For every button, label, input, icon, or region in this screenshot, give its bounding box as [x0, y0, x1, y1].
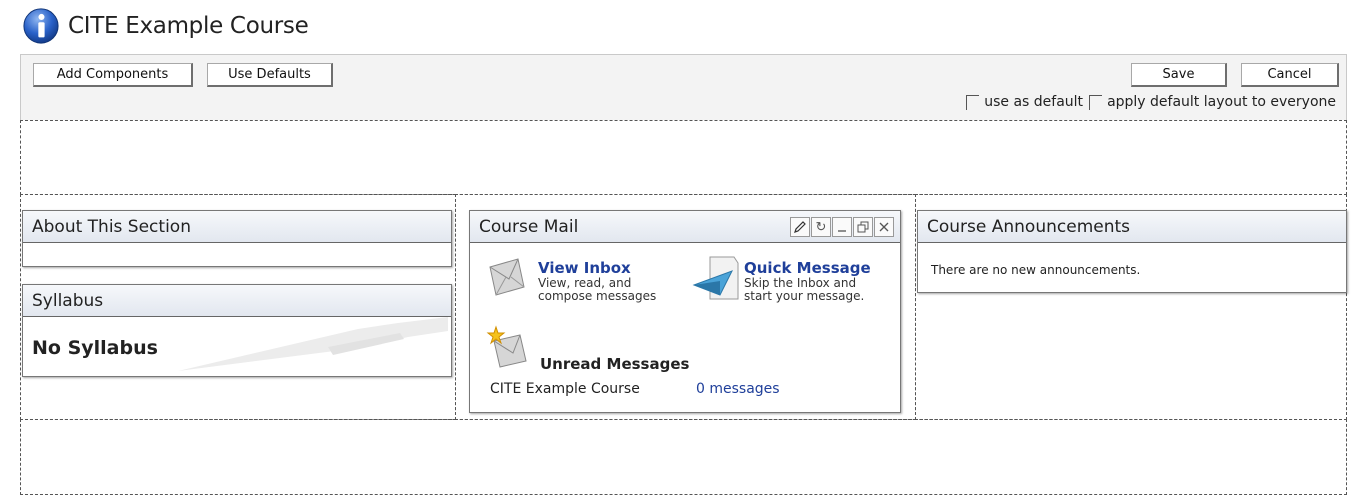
unread-count-link[interactable]: 0 messages	[696, 381, 780, 397]
view-inbox-link[interactable]: View Inbox	[538, 259, 656, 277]
quick-message-desc-line2: start your message.	[744, 289, 865, 303]
course-announcements-title: Course Announcements	[918, 211, 1346, 243]
info-icon	[23, 8, 59, 44]
add-components-button[interactable]: Add Components	[33, 63, 193, 87]
course-mail-portlet[interactable]: Course Mail ↻ View Inbox View, read, and…	[469, 210, 901, 413]
top-drop-zone[interactable]	[20, 120, 1347, 195]
quick-message-icon	[692, 256, 739, 300]
use-defaults-button[interactable]: Use Defaults	[207, 63, 333, 87]
page-header: CITE Example Course	[22, 6, 309, 46]
about-section-title: About This Section	[23, 211, 451, 243]
use-as-default-label: use as default	[984, 94, 1084, 110]
announcements-body: There are no new announcements.	[931, 263, 1141, 277]
course-announcements-portlet[interactable]: Course Announcements There are no new an…	[917, 210, 1347, 293]
layout-options: use as default apply default layout to e…	[966, 94, 1336, 110]
save-button[interactable]: Save	[1131, 63, 1227, 87]
restore-icon[interactable]	[853, 217, 873, 237]
refresh-icon[interactable]: ↻	[811, 217, 831, 237]
view-inbox-desc-line2: compose messages	[538, 289, 657, 303]
about-section-portlet[interactable]: About This Section	[22, 210, 452, 267]
apply-default-label: apply default layout to everyone	[1107, 94, 1336, 110]
close-icon[interactable]	[874, 217, 894, 237]
syllabus-title: Syllabus	[23, 285, 451, 317]
minimize-icon[interactable]	[832, 217, 852, 237]
apply-default-checkbox[interactable]	[1089, 94, 1103, 110]
cancel-button[interactable]: Cancel	[1241, 63, 1339, 87]
envelope-icon	[489, 258, 525, 296]
portlet-controls: ↻	[789, 217, 894, 237]
bottom-drop-zone[interactable]	[20, 419, 1347, 495]
layout-toolbar: Add Components Use Defaults Save Cancel …	[20, 54, 1347, 120]
edit-icon[interactable]	[790, 217, 810, 237]
view-inbox-block[interactable]: View Inbox View, read, and compose messa…	[538, 259, 656, 303]
syllabus-body: No Syllabus	[32, 337, 158, 359]
new-mail-icon	[486, 325, 527, 368]
quick-message-block[interactable]: Quick Message Skip the Inbox and start y…	[744, 259, 871, 303]
quick-message-link[interactable]: Quick Message	[744, 259, 871, 277]
use-as-default-checkbox[interactable]	[966, 94, 980, 110]
unread-messages-heading: Unread Messages	[540, 355, 690, 373]
syllabus-portlet[interactable]: Syllabus No Syllabus	[22, 284, 452, 377]
unread-course-name: CITE Example Course	[490, 381, 640, 397]
page-title: CITE Example Course	[68, 13, 309, 39]
